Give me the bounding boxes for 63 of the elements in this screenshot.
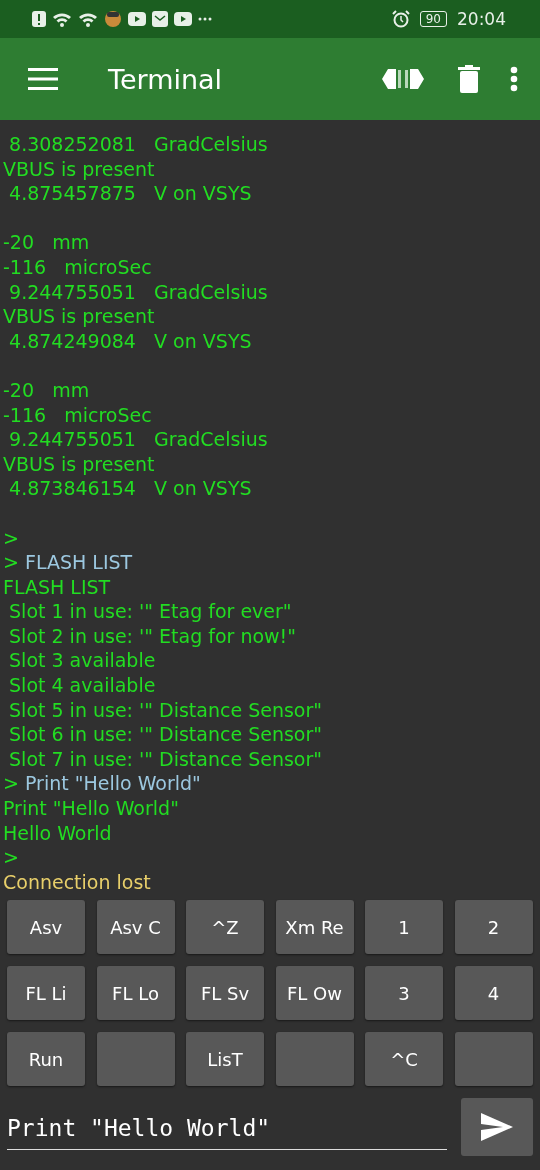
macro-key[interactable]: 1 (365, 900, 443, 954)
output-line: Slot 1 in use: '" Etag for ever" (8, 599, 293, 624)
macro-key[interactable]: ^C (365, 1032, 443, 1086)
video-icon (128, 12, 146, 26)
output-line: Slot 6 in use: '" Distance Sensor" (8, 722, 324, 747)
alert-icon (32, 11, 46, 27)
app-icon (104, 10, 122, 28)
macro-key[interactable]: FL Ow (275, 966, 354, 1020)
more-icon (198, 17, 212, 21)
macro-key[interactable]: ^Z (186, 900, 264, 954)
macro-key[interactable]: FL Lo (96, 966, 175, 1020)
macro-key[interactable]: Asv C (96, 900, 175, 954)
output-line: 4.875457875 V on VSYS (8, 181, 253, 206)
output-line: FLASH LIST (3, 574, 112, 600)
macro-key[interactable]: Run (7, 1032, 85, 1086)
menu-icon[interactable] (28, 67, 58, 91)
mail-icon (152, 11, 168, 27)
output-line: -116 microSec (3, 402, 153, 428)
output-line: Slot 3 available (8, 648, 157, 674)
output-line: -116 microSec (3, 254, 153, 280)
output-line: > (3, 525, 20, 551)
wifi-icon (52, 11, 72, 27)
output-line: Slot 5 in use: '" Distance Sensor" (8, 697, 324, 723)
macro-key[interactable]: 4 (454, 966, 533, 1020)
screen-title: Terminal (108, 63, 223, 95)
status-message: Connection lost (3, 869, 152, 895)
video-icon (174, 12, 192, 26)
macro-key[interactable]: FL Sv (186, 966, 264, 1020)
sent-command: FLASH LIST (24, 551, 133, 574)
command-field[interactable]: Print "Hello World" (7, 1104, 447, 1150)
output-line: 9.244755051 GradCelsius (8, 279, 269, 305)
output-line: Hello World (3, 820, 113, 846)
output-line: 4.874249084 V on VSYS (8, 328, 253, 354)
prompt-symbol: > (3, 551, 19, 574)
macro-key[interactable]: 2 (454, 900, 533, 954)
output-line: > (3, 845, 20, 870)
output-line: VBUS is present (3, 304, 156, 329)
output-line: Slot 7 in use: '" Distance Sensor" (8, 746, 324, 772)
more-options-icon[interactable] (510, 66, 518, 92)
delete-icon[interactable] (458, 65, 480, 93)
output-line: 9.244755051 GradCelsius (8, 427, 269, 452)
output-line: 8.308252081 GradCelsius (8, 132, 269, 157)
output-line: -20 mm (3, 230, 91, 255)
macro-key[interactable]: Xm Re (275, 900, 354, 954)
macro-key[interactable]: 3 (365, 966, 443, 1020)
battery-indicator: 90 (419, 11, 447, 27)
prompt-symbol: > (3, 772, 19, 795)
macro-key[interactable]: LisT (186, 1032, 264, 1086)
wifi-icon (78, 11, 98, 27)
output-line: -20 mm (3, 377, 91, 403)
output-line: VBUS is present (3, 156, 156, 182)
send-icon (481, 1113, 513, 1141)
output-line: VBUS is present (3, 451, 156, 477)
sent-command: Print "Hello World" (24, 772, 201, 795)
alarm-icon (391, 10, 410, 28)
macro-key[interactable]: FL Li (7, 966, 85, 1020)
output-line: Print "Hello World" (3, 796, 180, 821)
send-button[interactable] (461, 1098, 533, 1156)
output-line: Slot 4 available (8, 673, 157, 698)
macro-key[interactable]: Asv (7, 900, 85, 954)
output-line: Slot 2 in use: '" Etag for now!" (8, 623, 297, 649)
output-line: 4.873846154 V on VSYS (8, 476, 253, 501)
clock-time: 20:04 (457, 9, 506, 29)
